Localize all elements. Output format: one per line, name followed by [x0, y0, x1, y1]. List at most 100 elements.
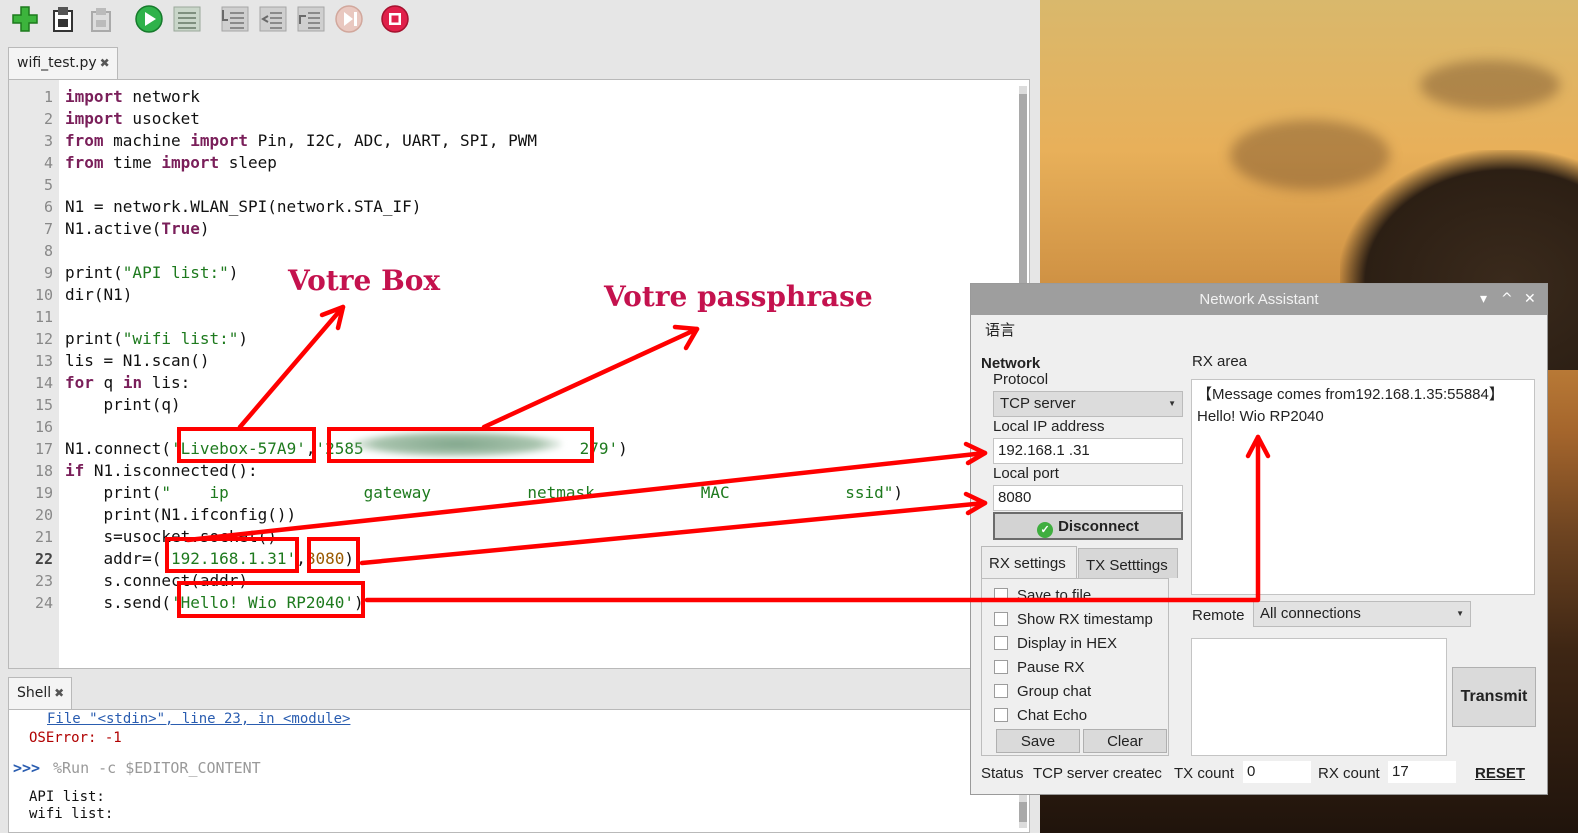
code-text: usocket	[122, 109, 200, 128]
transmit-button[interactable]: Transmit	[1452, 667, 1536, 727]
keyword: True	[161, 219, 200, 238]
tab-shell[interactable]: Shell ✖	[8, 677, 72, 709]
shell-console[interactable]: File "<stdin>", line 23, in <module> OSE…	[8, 709, 1030, 833]
code-line: N1 = network.WLAN_SPI(network.STA_IF)	[65, 197, 422, 216]
line-number: 11	[34, 308, 53, 326]
local-port-input[interactable]: 8080	[993, 485, 1183, 511]
code-line: print(N1.ifconfig())	[65, 505, 297, 524]
line-number: 1	[43, 88, 53, 106]
code-text: machine	[103, 131, 191, 150]
save-button[interactable]: Save	[996, 729, 1080, 753]
checkbox-display-hex[interactable]: Display in HEX	[994, 635, 1117, 652]
local-ip-label: Local IP address	[993, 418, 1105, 435]
line-number: 16	[34, 418, 53, 436]
code-text: sleep	[219, 153, 277, 172]
menu-language[interactable]: 语言	[985, 319, 1015, 340]
checkbox-save-to-file[interactable]: Save to file	[994, 587, 1091, 604]
checkbox[interactable]	[994, 708, 1008, 722]
local-port-label: Local port	[993, 465, 1059, 482]
code-text: print(	[65, 483, 162, 502]
thonny-window: wifi_test.py ✖ 1 2 3 4 5 6 7 8 9 10 11 12…	[0, 0, 1040, 833]
tx-input-area[interactable]	[1191, 638, 1447, 756]
traceback-link[interactable]: File "<stdin>", line 23, in <module>	[47, 711, 350, 727]
save-file-icon[interactable]	[86, 4, 116, 34]
checkbox-group-chat[interactable]: Group chat	[994, 683, 1091, 700]
checkbox-label: Save to file	[1017, 587, 1092, 604]
scrollbar-thumb[interactable]	[1019, 802, 1027, 822]
line-number: 9	[43, 264, 53, 282]
checkbox[interactable]	[994, 660, 1008, 674]
code-text: q	[93, 373, 123, 392]
code-line: N1.active(True)	[65, 219, 210, 238]
checkbox[interactable]	[994, 684, 1008, 698]
tab-tx-settings[interactable]: TX Setttings	[1078, 548, 1178, 578]
checkbox-chat-echo[interactable]: Chat Echo	[994, 707, 1087, 724]
code-text: N1.isconnected():	[84, 461, 258, 480]
status-value: TCP server createc	[1033, 765, 1162, 782]
clear-button[interactable]: Clear	[1083, 729, 1167, 753]
stop-icon[interactable]	[380, 4, 410, 34]
dropdown-icon[interactable]: ▾	[1480, 291, 1487, 307]
checkbox-pause-rx[interactable]: Pause RX	[994, 659, 1085, 676]
highlight-box-port	[307, 537, 360, 573]
tab-label: Shell	[17, 685, 52, 701]
code-line: print("wifi list:")	[65, 329, 248, 348]
code-text: N1.active(	[65, 219, 162, 238]
chevron-down-icon: ▼	[1456, 609, 1464, 618]
string-literal: "API list:"	[122, 263, 229, 282]
code-editor[interactable]: 1 2 3 4 5 6 7 8 9 10 11 12 13 14 15 16 1…	[8, 79, 1030, 669]
string-literal: "wifi list:"	[122, 329, 239, 348]
line-number: 17	[34, 440, 53, 458]
close-icon[interactable]: ✖	[100, 56, 110, 70]
tx-count-value: 0	[1243, 761, 1311, 783]
rx-message-body: Hello! Wio RP2040	[1197, 408, 1324, 425]
open-file-icon[interactable]	[48, 4, 78, 34]
new-file-icon[interactable]	[10, 4, 40, 34]
code-text: )	[238, 329, 249, 348]
debug-icon[interactable]	[172, 4, 202, 34]
rx-count-label: RX count	[1318, 765, 1380, 782]
local-ip-input[interactable]: 192.168.1 .31	[993, 438, 1183, 464]
tab-rx-settings[interactable]: RX settings	[981, 546, 1077, 578]
code-text: addr=(	[65, 549, 162, 568]
status-label: Status	[981, 765, 1024, 782]
remote-select[interactable]: All connections ▼	[1253, 601, 1471, 627]
step-into-icon[interactable]	[258, 4, 288, 34]
tab-wifi-test[interactable]: wifi_test.py ✖	[8, 47, 118, 79]
line-number: 24	[34, 594, 53, 612]
code-line: lis = N1.scan()	[65, 351, 210, 370]
rx-area-text[interactable]: 【Message comes from192.168.1.35:55884】 H…	[1191, 379, 1535, 595]
line-number: 2	[43, 110, 53, 128]
protocol-value: TCP server	[1000, 395, 1076, 412]
maximize-icon[interactable]: ^	[1501, 291, 1513, 307]
close-icon[interactable]: ✕	[1524, 291, 1536, 307]
disconnect-button[interactable]: ✓ Disconnect	[993, 512, 1183, 540]
keyword: import	[190, 131, 249, 150]
code-text: )	[618, 439, 628, 458]
rx-area-label: RX area	[1192, 353, 1248, 370]
checkbox[interactable]	[994, 636, 1008, 650]
checkbox[interactable]	[994, 612, 1008, 626]
close-icon[interactable]: ✖	[54, 686, 64, 700]
rx-settings-panel: Save to file Show RX timestamp Display i…	[981, 578, 1169, 756]
checkbox-label: Group chat	[1017, 683, 1092, 700]
run-icon[interactable]	[134, 4, 164, 34]
keyword: import	[161, 153, 220, 172]
protocol-select[interactable]: TCP server ▼	[993, 391, 1183, 417]
code-line: import network	[65, 87, 200, 106]
code-line: from machine import Pin, I2C, ADC, UART,…	[65, 131, 537, 150]
step-over-icon[interactable]	[220, 4, 250, 34]
code-line: if N1.isconnected():	[65, 461, 258, 480]
code-text: )	[228, 263, 239, 282]
resume-icon[interactable]	[334, 4, 364, 34]
chevron-down-icon: ▼	[1168, 399, 1176, 408]
network-assistant-window: Network Assistant ▾ ^ ✕ 语言 Network Proto…	[970, 283, 1548, 795]
reset-link[interactable]: RESET	[1475, 765, 1525, 782]
keyword: if	[65, 461, 85, 480]
step-out-icon[interactable]	[296, 4, 326, 34]
disconnect-label: Disconnect	[1058, 518, 1139, 535]
code-text: N1.connect(	[65, 439, 171, 458]
checkbox[interactable]	[994, 588, 1008, 602]
shell-output: API list:	[29, 789, 105, 805]
checkbox-show-rx-timestamp[interactable]: Show RX timestamp	[994, 611, 1153, 628]
